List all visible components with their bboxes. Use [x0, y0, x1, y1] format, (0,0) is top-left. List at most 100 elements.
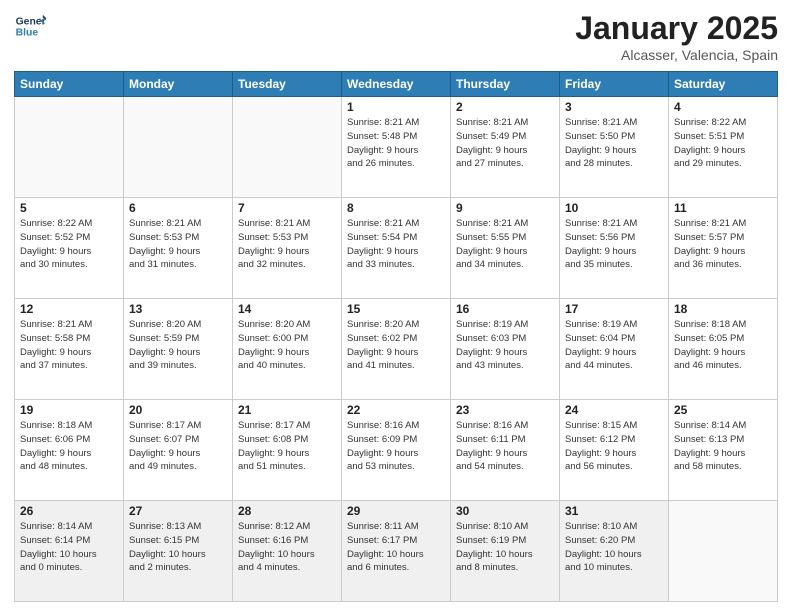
day-cell: 10 Sunrise: 8:21 AM Sunset: 5:56 PM Dayli…: [560, 198, 669, 299]
day-number: 30: [456, 504, 554, 518]
day-number: 11: [674, 201, 772, 215]
day-info: Sunrise: 8:19 AM Sunset: 6:04 PM Dayligh…: [565, 318, 663, 373]
week-row-1: 1 Sunrise: 8:21 AM Sunset: 5:48 PM Daylig…: [15, 97, 778, 198]
col-header-wednesday: Wednesday: [342, 72, 451, 97]
day-info: Sunrise: 8:13 AM Sunset: 6:15 PM Dayligh…: [129, 520, 227, 575]
day-number: 22: [347, 403, 445, 417]
day-number: 4: [674, 100, 772, 114]
header-row: SundayMondayTuesdayWednesdayThursdayFrid…: [15, 72, 778, 97]
day-number: 18: [674, 302, 772, 316]
calendar-title: January 2025: [575, 10, 778, 47]
day-cell: 13 Sunrise: 8:20 AM Sunset: 5:59 PM Dayli…: [124, 299, 233, 400]
day-info: Sunrise: 8:16 AM Sunset: 6:11 PM Dayligh…: [456, 419, 554, 474]
svg-text:Blue: Blue: [16, 28, 39, 39]
day-cell: 21 Sunrise: 8:17 AM Sunset: 6:08 PM Dayli…: [233, 400, 342, 501]
day-info: Sunrise: 8:20 AM Sunset: 6:02 PM Dayligh…: [347, 318, 445, 373]
week-row-5: 26 Sunrise: 8:14 AM Sunset: 6:14 PM Dayli…: [15, 501, 778, 602]
day-cell: 14Sunrise: 8:20 AM Sunset: 6:00 PM Dayli…: [233, 299, 342, 400]
day-info: Sunrise: 8:12 AM Sunset: 6:16 PM Dayligh…: [238, 520, 336, 575]
day-info: Sunrise: 8:18 AM Sunset: 6:06 PM Dayligh…: [20, 419, 118, 474]
col-header-friday: Friday: [560, 72, 669, 97]
day-cell: 8 Sunrise: 8:21 AM Sunset: 5:54 PM Daylig…: [342, 198, 451, 299]
day-cell: 12Sunrise: 8:21 AM Sunset: 5:58 PM Dayli…: [15, 299, 124, 400]
day-cell: 1 Sunrise: 8:21 AM Sunset: 5:48 PM Daylig…: [342, 97, 451, 198]
day-number: 2: [456, 100, 554, 114]
day-info: Sunrise: 8:14 AM Sunset: 6:14 PM Dayligh…: [20, 520, 118, 575]
week-row-4: 19Sunrise: 8:18 AM Sunset: 6:06 PM Dayli…: [15, 400, 778, 501]
day-info: Sunrise: 8:10 AM Sunset: 6:19 PM Dayligh…: [456, 520, 554, 575]
col-header-tuesday: Tuesday: [233, 72, 342, 97]
day-info: Sunrise: 8:15 AM Sunset: 6:12 PM Dayligh…: [565, 419, 663, 474]
day-info: Sunrise: 8:21 AM Sunset: 5:49 PM Dayligh…: [456, 116, 554, 171]
day-number: 3: [565, 100, 663, 114]
day-info: Sunrise: 8:20 AM Sunset: 5:59 PM Dayligh…: [129, 318, 227, 373]
col-header-sunday: Sunday: [15, 72, 124, 97]
day-number: 5: [20, 201, 118, 215]
day-cell: [124, 97, 233, 198]
day-number: 24: [565, 403, 663, 417]
day-cell: 20 Sunrise: 8:17 AM Sunset: 6:07 PM Dayli…: [124, 400, 233, 501]
logo: General Blue: [14, 10, 46, 42]
day-info: Sunrise: 8:21 AM Sunset: 5:56 PM Dayligh…: [565, 217, 663, 272]
week-row-3: 12Sunrise: 8:21 AM Sunset: 5:58 PM Dayli…: [15, 299, 778, 400]
day-info: Sunrise: 8:17 AM Sunset: 6:07 PM Dayligh…: [129, 419, 227, 474]
day-cell: 19Sunrise: 8:18 AM Sunset: 6:06 PM Dayli…: [15, 400, 124, 501]
day-number: 29: [347, 504, 445, 518]
day-cell: 18Sunrise: 8:18 AM Sunset: 6:05 PM Dayli…: [669, 299, 778, 400]
day-number: 12: [20, 302, 118, 316]
day-number: 15: [347, 302, 445, 316]
day-cell: 29 Sunrise: 8:11 AM Sunset: 6:17 PM Dayli…: [342, 501, 451, 602]
day-info: Sunrise: 8:21 AM Sunset: 5:53 PM Dayligh…: [129, 217, 227, 272]
day-cell: [669, 501, 778, 602]
day-info: Sunrise: 8:16 AM Sunset: 6:09 PM Dayligh…: [347, 419, 445, 474]
day-info: Sunrise: 8:17 AM Sunset: 6:08 PM Dayligh…: [238, 419, 336, 474]
day-cell: 17 Sunrise: 8:19 AM Sunset: 6:04 PM Dayli…: [560, 299, 669, 400]
col-header-monday: Monday: [124, 72, 233, 97]
logo-icon: General Blue: [14, 10, 46, 42]
day-cell: 2 Sunrise: 8:21 AM Sunset: 5:49 PM Daylig…: [451, 97, 560, 198]
day-info: Sunrise: 8:22 AM Sunset: 5:52 PM Dayligh…: [20, 217, 118, 272]
day-number: 7: [238, 201, 336, 215]
day-number: 16: [456, 302, 554, 316]
day-cell: 15 Sunrise: 8:20 AM Sunset: 6:02 PM Dayli…: [342, 299, 451, 400]
day-cell: 28 Sunrise: 8:12 AM Sunset: 6:16 PM Dayli…: [233, 501, 342, 602]
day-cell: 30 Sunrise: 8:10 AM Sunset: 6:19 PM Dayli…: [451, 501, 560, 602]
day-number: 10: [565, 201, 663, 215]
day-cell: 5 Sunrise: 8:22 AM Sunset: 5:52 PM Daylig…: [15, 198, 124, 299]
day-info: Sunrise: 8:20 AM Sunset: 6:00 PM Dayligh…: [238, 318, 336, 373]
day-cell: 24 Sunrise: 8:15 AM Sunset: 6:12 PM Dayli…: [560, 400, 669, 501]
day-cell: 23 Sunrise: 8:16 AM Sunset: 6:11 PM Dayli…: [451, 400, 560, 501]
day-cell: 26 Sunrise: 8:14 AM Sunset: 6:14 PM Dayli…: [15, 501, 124, 602]
day-cell: 7 Sunrise: 8:21 AM Sunset: 5:53 PM Daylig…: [233, 198, 342, 299]
day-info: Sunrise: 8:14 AM Sunset: 6:13 PM Dayligh…: [674, 419, 772, 474]
day-cell: [233, 97, 342, 198]
week-row-2: 5 Sunrise: 8:22 AM Sunset: 5:52 PM Daylig…: [15, 198, 778, 299]
day-number: 8: [347, 201, 445, 215]
calendar-table: SundayMondayTuesdayWednesdayThursdayFrid…: [14, 71, 778, 602]
day-number: 28: [238, 504, 336, 518]
day-number: 31: [565, 504, 663, 518]
day-info: Sunrise: 8:21 AM Sunset: 5:53 PM Dayligh…: [238, 217, 336, 272]
day-number: 20: [129, 403, 227, 417]
day-info: Sunrise: 8:10 AM Sunset: 6:20 PM Dayligh…: [565, 520, 663, 575]
day-number: 13: [129, 302, 227, 316]
day-info: Sunrise: 8:19 AM Sunset: 6:03 PM Dayligh…: [456, 318, 554, 373]
day-cell: 16 Sunrise: 8:19 AM Sunset: 6:03 PM Dayli…: [451, 299, 560, 400]
day-number: 23: [456, 403, 554, 417]
day-info: Sunrise: 8:21 AM Sunset: 5:54 PM Dayligh…: [347, 217, 445, 272]
day-number: 25: [674, 403, 772, 417]
day-number: 9: [456, 201, 554, 215]
page: General Blue January 2025 Alcasser, Vale…: [0, 0, 792, 612]
day-info: Sunrise: 8:21 AM Sunset: 5:50 PM Dayligh…: [565, 116, 663, 171]
day-info: Sunrise: 8:22 AM Sunset: 5:51 PM Dayligh…: [674, 116, 772, 171]
day-number: 17: [565, 302, 663, 316]
day-info: Sunrise: 8:11 AM Sunset: 6:17 PM Dayligh…: [347, 520, 445, 575]
day-cell: 3 Sunrise: 8:21 AM Sunset: 5:50 PM Daylig…: [560, 97, 669, 198]
day-number: 26: [20, 504, 118, 518]
day-info: Sunrise: 8:21 AM Sunset: 5:48 PM Dayligh…: [347, 116, 445, 171]
day-number: 1: [347, 100, 445, 114]
day-info: Sunrise: 8:21 AM Sunset: 5:57 PM Dayligh…: [674, 217, 772, 272]
day-cell: 22 Sunrise: 8:16 AM Sunset: 6:09 PM Dayli…: [342, 400, 451, 501]
day-cell: 4 Sunrise: 8:22 AM Sunset: 5:51 PM Daylig…: [669, 97, 778, 198]
day-number: 21: [238, 403, 336, 417]
